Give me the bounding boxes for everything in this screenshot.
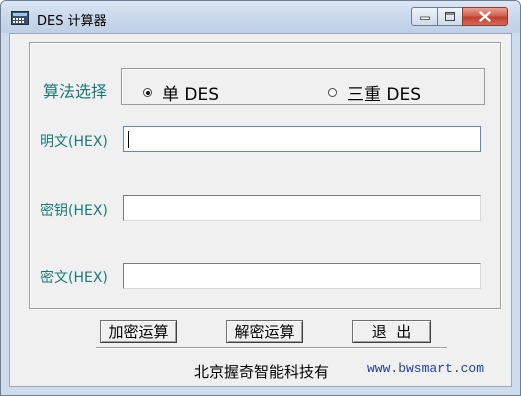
minimize-icon [419, 16, 430, 20]
client-area: 算法选择 单 DES 三重 DES 明文(HEX) 密钥(HEX) 密文(HEX… [9, 33, 512, 387]
key-input[interactable] [123, 195, 481, 221]
radio-unselected-icon [328, 88, 337, 97]
plaintext-label: 明文(HEX) [40, 134, 108, 150]
maximize-button[interactable] [437, 7, 463, 26]
radio-selected-icon [143, 88, 152, 97]
maximize-icon [445, 12, 455, 21]
text-caret [128, 131, 129, 148]
radio-single-des[interactable]: 单 DES [143, 80, 219, 105]
title-bar[interactable]: DES 计算器 [1, 1, 520, 33]
exit-button[interactable]: 退 出 [352, 320, 431, 343]
website-link[interactable]: www.bwsmart.com [367, 361, 484, 376]
radio-triple-des-label: 三重 DES [347, 85, 422, 105]
ciphertext-input[interactable] [123, 263, 481, 289]
radio-single-des-label: 单 DES [162, 85, 220, 105]
plaintext-input[interactable] [123, 126, 481, 152]
encrypt-button[interactable]: 加密运算 [100, 320, 177, 343]
close-button[interactable] [462, 7, 508, 26]
footer-divider [96, 347, 447, 349]
decrypt-button[interactable]: 解密运算 [226, 320, 303, 343]
ciphertext-label: 密文(HEX) [40, 270, 108, 286]
close-icon [479, 11, 491, 22]
app-window: DES 计算器 算法选择 单 DES 三重 DES 明文(HEX) 密钥(HEX… [0, 0, 521, 396]
radio-triple-des[interactable]: 三重 DES [328, 80, 421, 105]
window-title: DES 计算器 [37, 14, 107, 29]
minimize-button[interactable] [411, 7, 438, 26]
company-name: 北京握奇智能科技有 [194, 363, 330, 381]
key-label: 密钥(HEX) [40, 203, 108, 219]
algorithm-label: 算法选择 [43, 82, 108, 101]
calculator-app-icon [11, 11, 29, 25]
